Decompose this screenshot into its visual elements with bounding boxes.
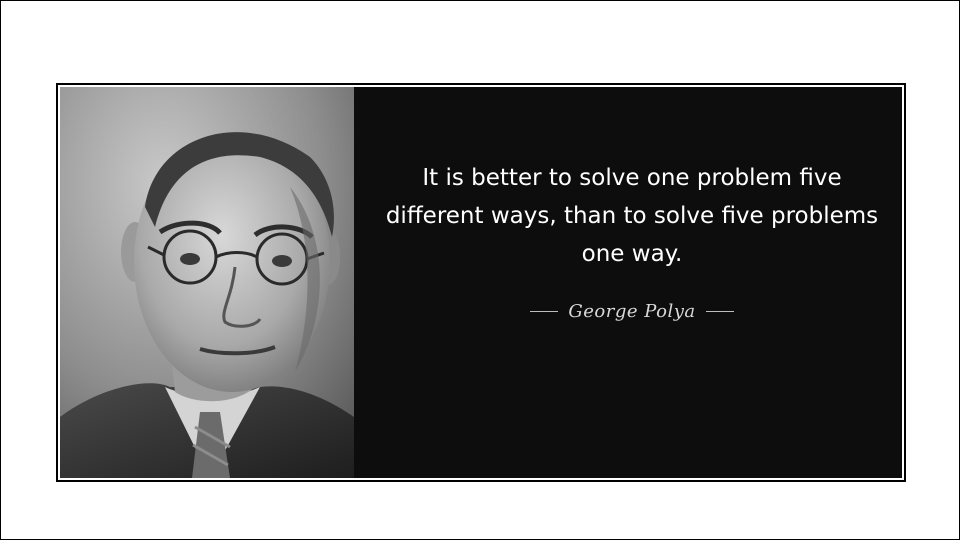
attribution-dash-left [530,311,559,312]
quote-card: It is better to solve one problem five d… [56,83,906,482]
quote-card-inner: It is better to solve one problem five d… [60,87,902,478]
slide: It is better to solve one problem five d… [0,0,960,540]
quote-author: George Polya [568,301,696,322]
quote-panel: It is better to solve one problem five d… [354,87,902,478]
attribution: George Polya [374,301,890,322]
attribution-dash-right [705,311,734,312]
quote-text: It is better to solve one problem five d… [385,165,879,267]
portrait-photo-icon [60,87,354,478]
author-portrait [60,87,354,478]
